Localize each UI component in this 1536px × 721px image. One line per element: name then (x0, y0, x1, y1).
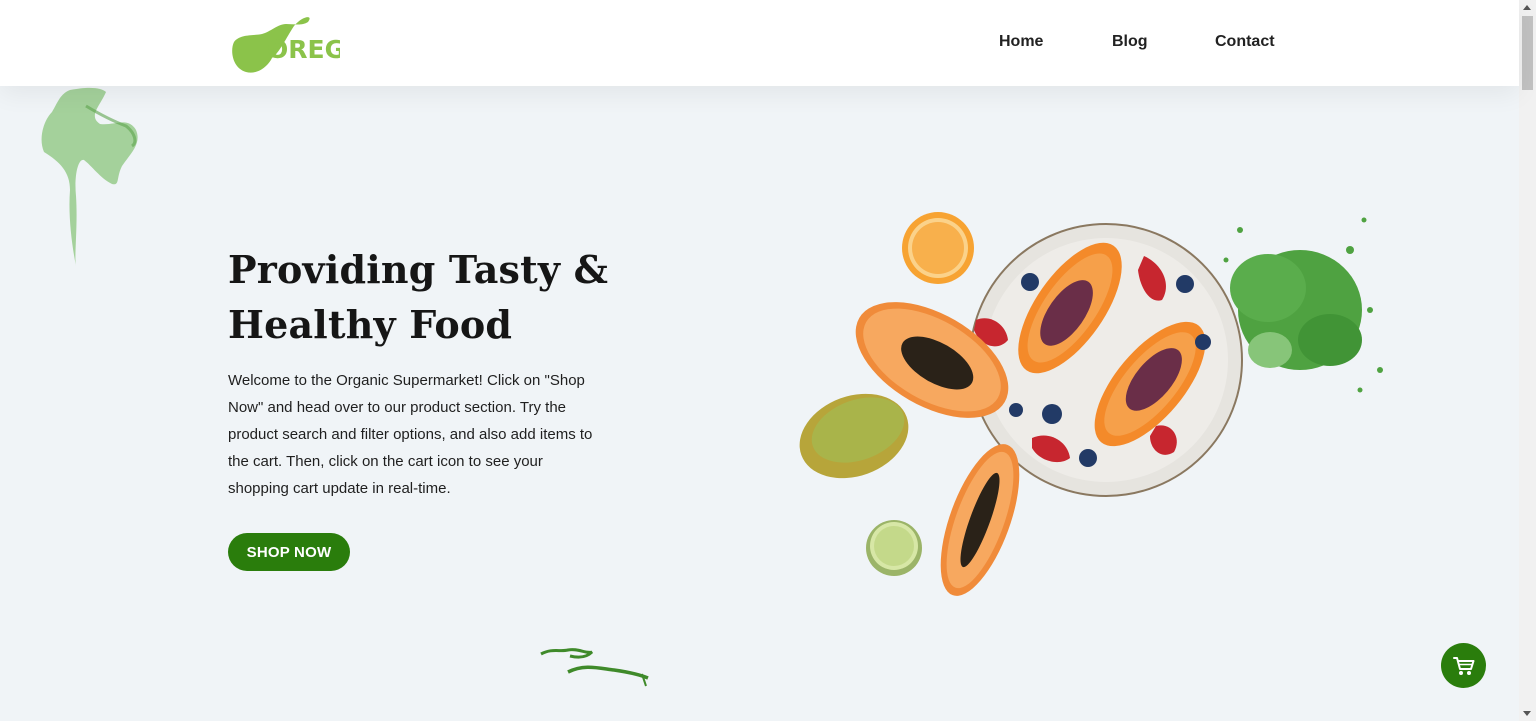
page-scrollbar[interactable] (1519, 0, 1536, 721)
grass-stroke-decoration (540, 648, 649, 687)
hero-title: Providing Tasty & Healthy Food (228, 247, 609, 347)
shop-now-button[interactable]: SHOP NOW (228, 533, 350, 571)
site-logo[interactable]: OREG (228, 12, 340, 74)
green-splash-decoration (1223, 217, 1383, 393)
cart-button[interactable] (1441, 643, 1486, 688)
papaya-fruit-plate-image (799, 212, 1383, 596)
hero-description: Welcome to the Organic Supermarket! Clic… (228, 372, 593, 497)
scroll-down-arrow-icon[interactable] (1523, 711, 1531, 716)
svg-text:OREG: OREG (267, 35, 340, 64)
leaf-splash-decoration (41, 87, 138, 266)
nav-contact[interactable]: Contact (1215, 33, 1275, 51)
nav-blog[interactable]: Blog (1112, 33, 1148, 51)
nav-home[interactable]: Home (999, 33, 1043, 51)
site-header: OREG Home Blog Contact (0, 0, 1519, 86)
scrollbar-thumb[interactable] (1522, 16, 1533, 90)
shopping-cart-icon (1452, 656, 1474, 675)
scroll-up-arrow-icon[interactable] (1523, 5, 1531, 10)
